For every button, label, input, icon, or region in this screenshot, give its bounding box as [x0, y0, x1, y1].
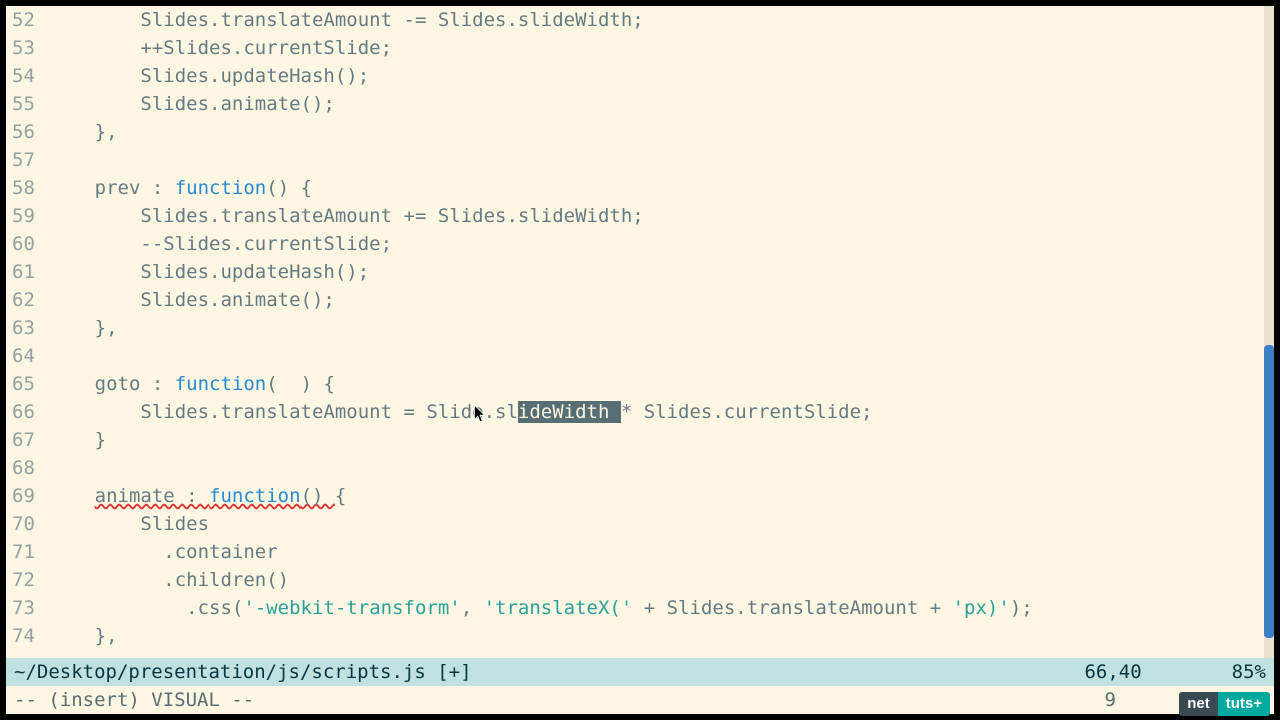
line-number: 66 — [12, 398, 35, 426]
line-number: 68 — [12, 454, 35, 482]
vim-mode-label: -- (insert) VISUAL -- — [14, 686, 254, 714]
line-number: 53 — [12, 34, 35, 62]
code-line[interactable]: .css('-webkit-transform', 'translateX(' … — [49, 594, 1274, 622]
code-line[interactable]: Slides.animate(); — [49, 286, 1274, 314]
editor-window: 5253545556575859606162636465666768697071… — [6, 6, 1274, 714]
code-line[interactable]: ++Slides.currentSlide; — [49, 34, 1274, 62]
code-line[interactable]: } — [49, 426, 1274, 454]
code-line[interactable] — [49, 454, 1274, 482]
line-number: 65 — [12, 370, 35, 398]
code-line[interactable]: }, — [49, 622, 1274, 650]
scrollbar-thumb[interactable] — [1264, 345, 1274, 638]
code-line[interactable]: Slides.updateHash(); — [49, 62, 1274, 90]
code-line[interactable]: --Slides.currentSlide; — [49, 230, 1274, 258]
code-content[interactable]: Slides.translateAmount -= Slides.slideWi… — [49, 6, 1274, 658]
line-number: 67 — [12, 426, 35, 454]
line-number: 54 — [12, 62, 35, 90]
nettuts-logo: net tuts+ — [1179, 692, 1270, 716]
line-number: 62 — [12, 286, 35, 314]
line-number: 56 — [12, 118, 35, 146]
code-area[interactable]: 5253545556575859606162636465666768697071… — [6, 6, 1274, 658]
line-number: 70 — [12, 510, 35, 538]
cursor-position: 66,40 — [1084, 658, 1141, 686]
code-line[interactable]: Slides.updateHash(); — [49, 258, 1274, 286]
line-number: 73 — [12, 594, 35, 622]
logo-left: net — [1179, 692, 1218, 716]
line-number: 60 — [12, 230, 35, 258]
status-bar: ~/Desktop/presentation/js/scripts.js [+]… — [6, 658, 1274, 686]
code-line[interactable]: Slides.translateAmount -= Slides.slideWi… — [49, 6, 1274, 34]
code-line[interactable]: Slides — [49, 510, 1274, 538]
mode-bar: -- (insert) VISUAL -- 9 — [6, 686, 1274, 714]
line-number: 72 — [12, 566, 35, 594]
line-number: 63 — [12, 314, 35, 342]
code-line[interactable]: Slides.animate(); — [49, 90, 1274, 118]
file-path: ~/Desktop/presentation/js/scripts.js [+] — [14, 658, 472, 686]
line-number: 69 — [12, 482, 35, 510]
code-line[interactable] — [49, 342, 1274, 370]
code-line[interactable]: .container — [49, 538, 1274, 566]
code-line[interactable]: }, — [49, 314, 1274, 342]
code-line[interactable]: goto : function( ) { — [49, 370, 1274, 398]
code-line[interactable]: }, — [49, 118, 1274, 146]
code-line[interactable]: prev : function() { — [49, 174, 1274, 202]
code-line[interactable]: animate : function() { — [49, 482, 1274, 510]
line-number: 52 — [12, 6, 35, 34]
line-number: 64 — [12, 342, 35, 370]
code-line[interactable] — [49, 146, 1274, 174]
line-number: 57 — [12, 146, 35, 174]
line-number: 58 — [12, 174, 35, 202]
line-number: 61 — [12, 258, 35, 286]
vertical-scrollbar[interactable] — [1264, 6, 1274, 658]
line-number: 55 — [12, 90, 35, 118]
code-line[interactable]: .children() — [49, 566, 1274, 594]
code-line[interactable]: Slides.translateAmount += Slides.slideWi… — [49, 202, 1274, 230]
line-number-gutter: 5253545556575859606162636465666768697071… — [6, 6, 49, 658]
line-number: 71 — [12, 538, 35, 566]
line-number: 59 — [12, 202, 35, 230]
line-number: 74 — [12, 622, 35, 650]
scroll-percentage: 85% — [1232, 658, 1266, 686]
code-line[interactable]: Slides.translateAmount = Slide.slideWidt… — [49, 398, 1274, 426]
logo-right: tuts+ — [1218, 692, 1270, 716]
